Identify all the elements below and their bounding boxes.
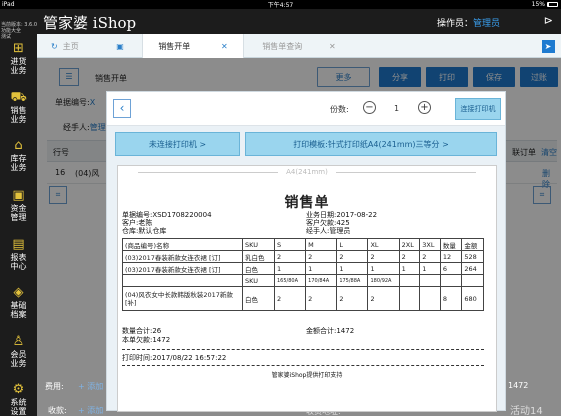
owe-bill: 本单欠款:1472 <box>122 336 171 344</box>
plus-button[interactable]: + <box>418 101 431 114</box>
receipt-table: (商品编号)名称 SKU S M L XL 2XL 3XL 数量 金额 (03)2017春装新款女… <box>122 238 484 311</box>
tab-bar: ↻ 主页 ▣ 销售开单 ✕ 销售单查询 ✕ ➤ <box>37 34 561 58</box>
minus-icon: − <box>365 102 374 113</box>
send-icon[interactable]: ➤ <box>539 34 557 58</box>
refresh-icon: ↻ <box>51 41 58 51</box>
tab-sales-query[interactable]: 销售单查询 ✕ <box>249 34 349 58</box>
receipt-footer: 管家婆iShop提供打印支持 <box>271 372 343 379</box>
camera-icon: ▣ <box>116 41 124 51</box>
operator-info: 操作员：管理员 <box>437 19 501 29</box>
receipt-title: 销售单 <box>284 195 330 211</box>
printer-status-button[interactable]: 未连接打印机 > <box>115 132 240 156</box>
table-row: (04)风衣女中长款韩版秋装2017新款 [补] 白色 2 2 2 2 8 680 <box>122 286 484 311</box>
add-fee-link[interactable]: + 添加 <box>78 381 103 392</box>
member-icon: ♙ <box>12 334 25 349</box>
gear-icon: ⚙ <box>12 382 25 397</box>
sidebar-item-sales[interactable]: ⛟ 销售 业务 <box>0 90 37 125</box>
minus-button[interactable]: − <box>363 101 376 114</box>
receipt-info-right: 业务日期:2017-08-22 客户欠款:425 经手人:管理员 <box>306 211 378 235</box>
dialog-header: ‹ 份数: − 1 + 连接打印机 <box>107 92 505 126</box>
money-icon: ▣ <box>12 188 25 203</box>
add-collect-link[interactable]: + 添加 <box>78 405 103 416</box>
sidebar-item-member[interactable]: ♙ 会员 业务 <box>0 334 37 369</box>
status-bar: iPad 下午4:57 15% <box>0 0 561 9</box>
app-header: 管家婆 iShop 操作员：管理员 ⊳ <box>37 9 561 34</box>
sidebar-item-inventory[interactable]: ⌂ 库存 业务 <box>0 138 37 173</box>
back-button[interactable]: ‹ <box>113 99 131 118</box>
table-row: (03)2017春装新款女连衣裙 [订] 乳白色 2 2 2 2 2 2 12 528 <box>122 250 484 263</box>
fee-total: 1472 <box>508 381 529 390</box>
close-icon[interactable]: ✕ <box>221 42 228 51</box>
cart-down-icon: ⊞ <box>13 41 24 56</box>
table-header-row: (商品编号)名称 SKU S M L XL 2XL 3XL 数量 金额 <box>122 238 484 251</box>
print-dialog: ‹ 份数: − 1 + 连接打印机 未连接打印机 > 打印模板:针式打印纸A4(… <box>106 91 506 412</box>
tab-sales-order[interactable]: 销售开单 ✕ <box>142 34 244 58</box>
operator-name[interactable]: 管理员 <box>473 19 500 29</box>
sidebar-item-archive[interactable]: ◈ 基础 档案 <box>0 285 37 320</box>
layers-icon: ◈ <box>13 285 24 300</box>
watermark: 活动14 <box>510 406 543 416</box>
warehouse-icon: ⌂ <box>14 138 23 153</box>
copies-value[interactable]: 1 <box>394 104 399 113</box>
print-preview: A4(241mm) 销售单 单据编号:XSD1708220004 客户:老陈 仓… <box>117 165 497 412</box>
table-row: (03)2017春装新款女连衣裙 [订] 白色 1 1 1 1 1 1 6 264 <box>122 262 484 275</box>
divider <box>122 365 484 366</box>
sidebar-item-purchase[interactable]: ⊞ 进货 业务 <box>0 41 37 76</box>
sidebar: 当前版本: 3.6.0 功能大全 测试 ⊞ 进货 业务 ⛟ 销售 业务 ⌂ 库存 业务 ▣ 资… <box>0 9 37 416</box>
sidebar-item-reports[interactable]: ▤ 报表 中心 <box>0 237 37 272</box>
close-icon[interactable]: ✕ <box>329 42 336 51</box>
clock: 下午4:57 <box>267 2 294 9</box>
version-info: 当前版本: 3.6.0 功能大全 测试 <box>1 22 37 40</box>
battery-icon <box>547 2 558 7</box>
battery-percent: 15% <box>531 1 545 8</box>
receipt-info-left: 单据编号:XSD1708220004 客户:老陈 仓库:默认仓库 <box>122 211 212 235</box>
copies-label: 份数: <box>330 105 349 114</box>
exit-icon[interactable]: ⊳ <box>544 14 553 27</box>
cart-icon: ⛟ <box>10 90 27 105</box>
amount-total: 金额合计:1472 <box>306 327 355 335</box>
sidebar-item-system[interactable]: ⚙ 系统 设置 <box>0 383 37 416</box>
print-time: 打印时间:2017/08/22 16:57:22 <box>122 354 227 362</box>
collect-label: 收款: <box>48 406 67 415</box>
plus-icon: + <box>420 102 429 113</box>
fee-label: 费用: <box>45 382 64 391</box>
table-row: SKU 165/80A 170/84A 175/88A 180/92A <box>122 274 484 287</box>
chevron-left-icon: ‹ <box>119 101 125 115</box>
print-template-button[interactable]: 打印模板:针式打印纸A4(241mm)三等分 > <box>245 132 497 156</box>
tab-home[interactable]: ↻ 主页 <box>51 34 105 58</box>
paper-size-label: A4(241mm) <box>118 168 496 176</box>
connect-printer-button[interactable]: 连接打印机 <box>455 98 501 120</box>
qty-total: 数量合计:26 <box>122 327 162 335</box>
divider <box>122 349 484 350</box>
logo: 管家婆 iShop <box>43 14 137 32</box>
report-icon: ▤ <box>12 237 25 252</box>
tab-icon-button[interactable]: ▣ <box>105 34 135 58</box>
sidebar-item-funds[interactable]: ▣ 资金 管理 <box>0 188 37 223</box>
